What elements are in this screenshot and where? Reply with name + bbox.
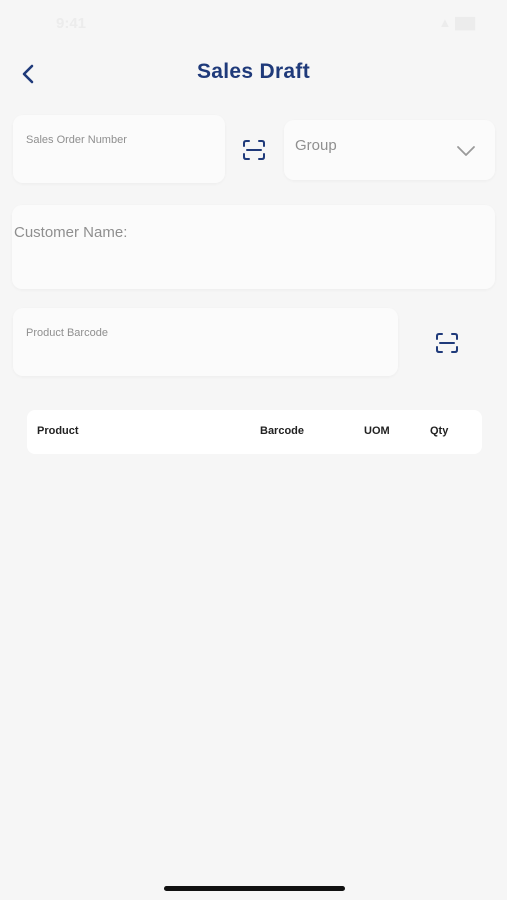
group-dropdown[interactable]: Group — [284, 120, 495, 180]
column-header-barcode: Barcode — [260, 425, 305, 437]
product-barcode-label: Product Barcode — [26, 327, 108, 339]
product-barcode-field[interactable]: Product Barcode — [13, 308, 398, 376]
sales-order-number-field[interactable]: Sales Order Number — [13, 115, 225, 183]
group-label: Group — [295, 137, 337, 154]
column-header-uom: UOM — [364, 425, 390, 437]
barcode-scan-icon — [243, 140, 265, 160]
chevron-down-icon — [457, 146, 475, 156]
sales-order-number-label: Sales Order Number — [26, 134, 127, 146]
product-barcode-scan-button[interactable] — [433, 329, 461, 357]
status-indicators: ▲ ▇▇ — [438, 15, 475, 30]
column-header-product: Product — [37, 425, 79, 437]
customer-name-field[interactable]: Customer Name: — [12, 205, 495, 289]
sales-draft-screen: 9:41 ▲ ▇▇ Sales Draft Sales Order Number… — [0, 0, 507, 900]
home-indicator[interactable] — [164, 886, 345, 891]
status-bar: 9:41 ▲ ▇▇ — [0, 0, 507, 44]
column-header-qty: Qty — [430, 425, 449, 437]
product-table-header: Product Barcode UOM Qty — [27, 410, 482, 454]
status-time: 9:41 — [56, 15, 87, 32]
page-title: Sales Draft — [196, 60, 311, 83]
barcode-scan-icon — [436, 333, 458, 353]
customer-name-label: Customer Name: — [14, 224, 128, 241]
sales-order-scan-button[interactable] — [240, 136, 268, 164]
